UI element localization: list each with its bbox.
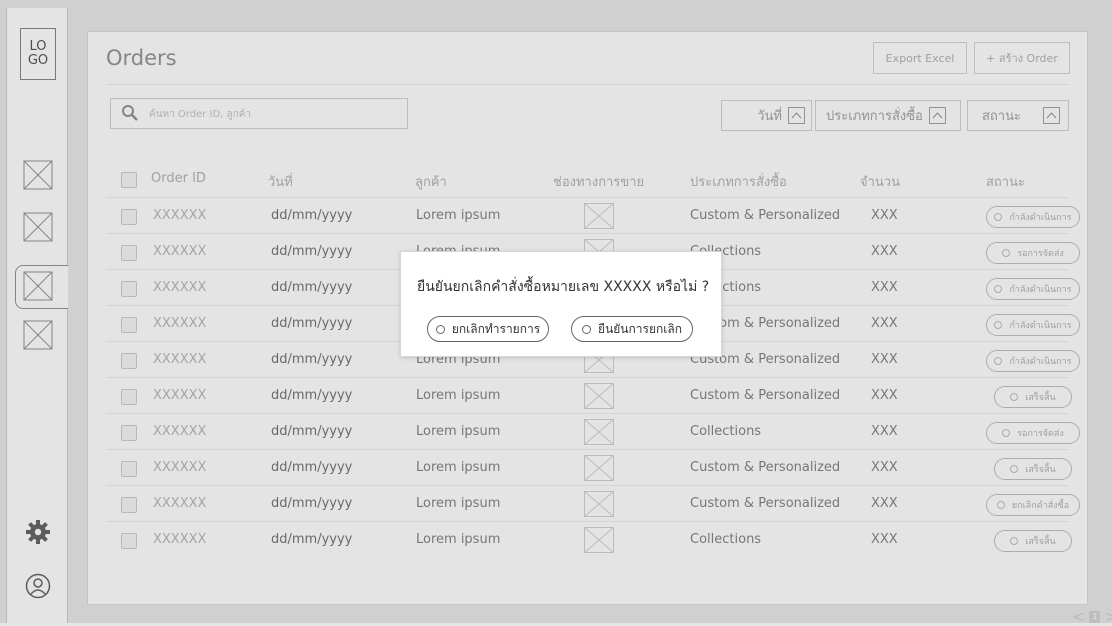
cancel-transaction-button[interactable]: ยกเลิกทำรายการ xyxy=(427,316,549,342)
cancel-order-dialog: ยืนยันยกเลิกคำสั่งซื้อหมายเลข XXXXX หรือ… xyxy=(400,251,722,357)
dialog-message: ยืนยันยกเลิกคำสั่งซื้อหมายเลข XXXXX หรือ… xyxy=(417,279,710,295)
radio-circle-icon xyxy=(582,324,592,334)
confirm-cancel-button[interactable]: ยืนยันการยกเลิก xyxy=(571,316,693,342)
radio-circle-icon xyxy=(435,324,445,334)
